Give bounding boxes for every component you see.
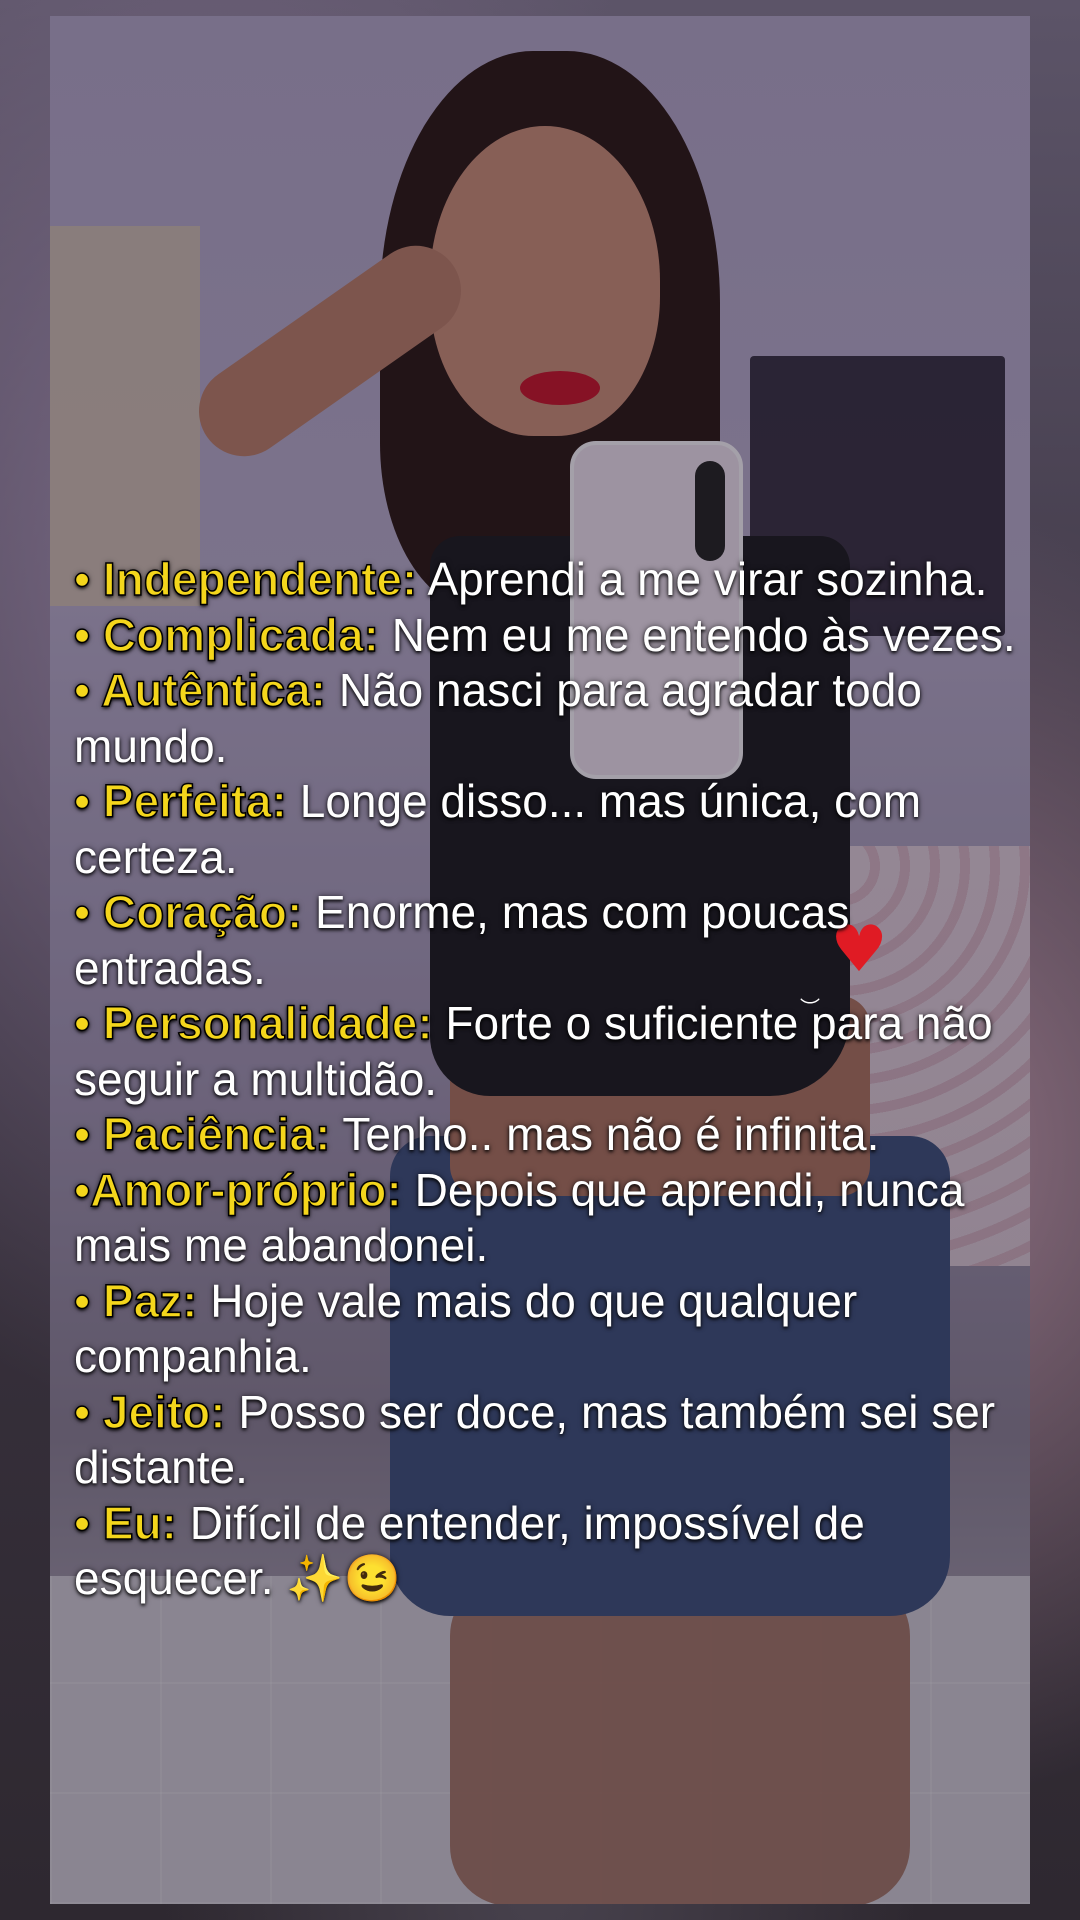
entry-key: • Personalidade: [73,996,433,1050]
entry-key: • Independente: [73,552,418,606]
entry-key: • Eu: [73,1496,177,1550]
entry-key: • Autêntica: [73,663,327,717]
entry-key: • Paz: [73,1274,198,1328]
list-item: • Autêntica: Não nasci para agradar todo… [73,663,1034,774]
entry-key: • Paciência: [73,1107,331,1161]
entry-value: Difícil de entender, impossível de esque… [74,1496,865,1605]
list-item: • Paz: Hoje vale mais do que qualquer co… [73,1274,1034,1385]
entry-key: • Coração: [73,885,303,939]
caption-list: • Independente: Aprendi a me virar sozin… [73,552,1034,1607]
list-item: • Complicada: Nem eu me entendo às vezes… [73,608,1034,664]
entry-key: • Perfeita: [73,774,287,828]
list-item: • Paciência: Tenho.. mas não é infinita. [73,1107,1034,1163]
list-item: • Perfeita: Longe disso... mas única, co… [73,774,1034,885]
entry-value: Aprendi a me virar sozinha. [417,553,988,605]
list-item: • Personalidade: Forte o suficiente para… [73,996,1034,1107]
list-item: • Jeito: Posso ser doce, mas também sei … [73,1385,1034,1496]
list-item: •Amor-próprio: Depois que aprendi, nunca… [73,1163,1034,1274]
entry-key: • Jeito: [73,1385,226,1439]
entry-key: •Amor-próprio: [73,1163,402,1217]
list-item: • Coração: Enorme, mas com poucas entrad… [73,885,1034,996]
entry-value: Tenho.. mas não é infinita. [330,1108,880,1160]
entry-value: Nem eu me entendo às vezes. [378,608,1016,661]
entry-key: • Complicada: [73,608,379,662]
list-item: • Eu: Difícil de entender, impossível de… [73,1496,1034,1607]
list-item: • Independente: Aprendi a me virar sozin… [73,552,1034,608]
